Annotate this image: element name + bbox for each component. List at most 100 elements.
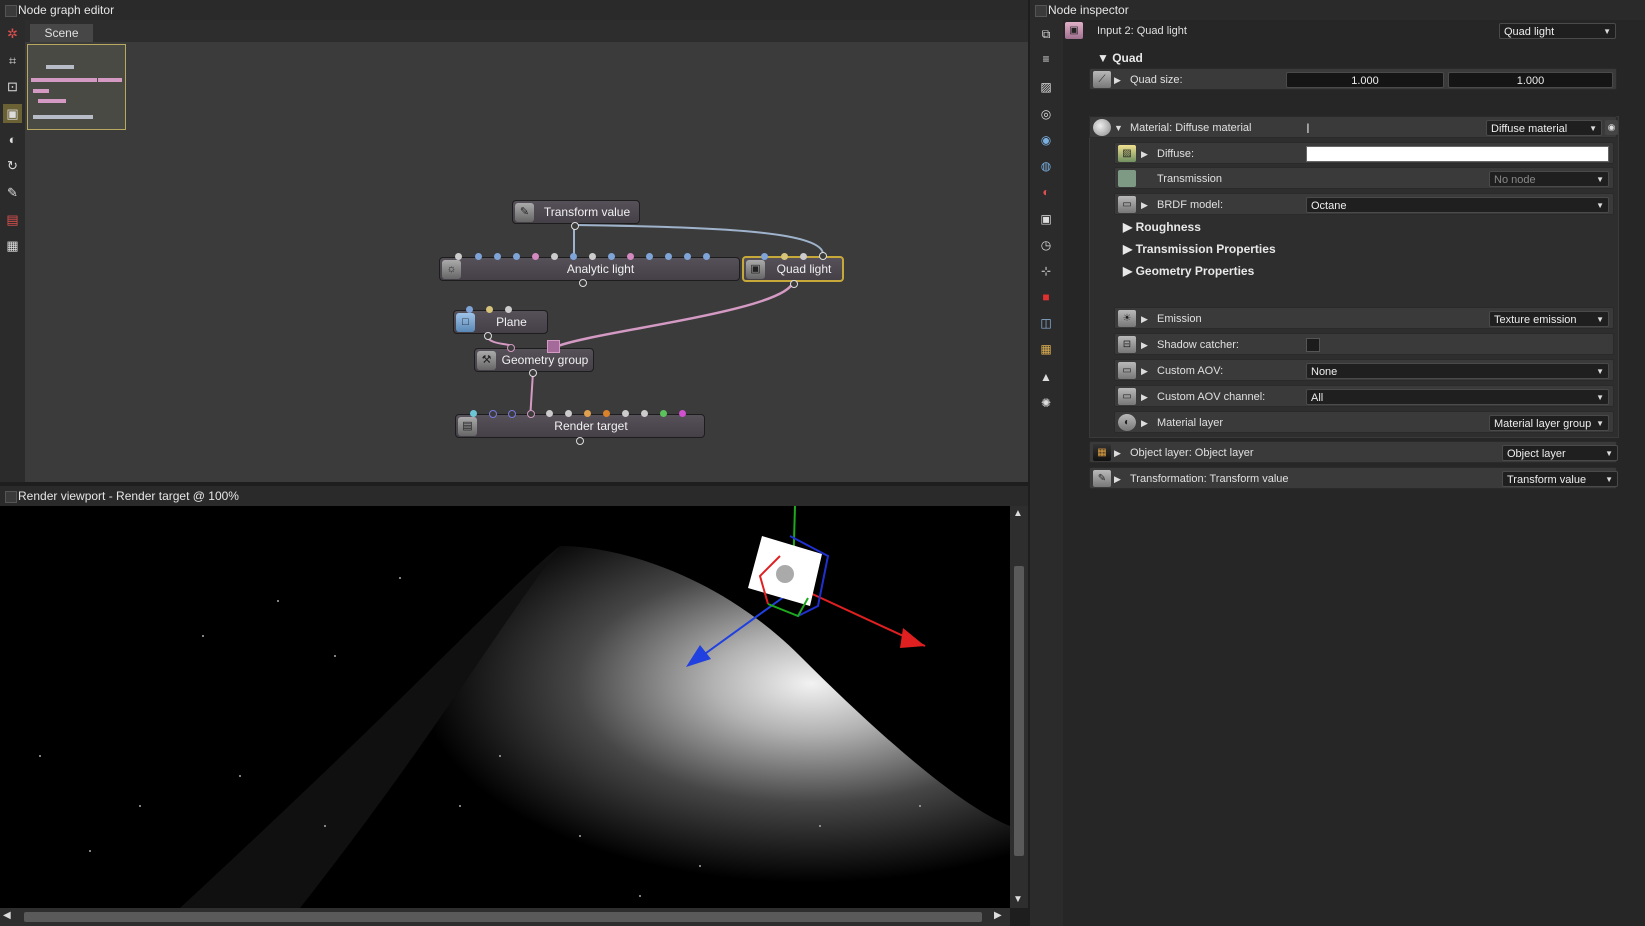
scroll-thumb[interactable]	[1014, 566, 1024, 856]
input-pin[interactable]	[565, 410, 572, 417]
camera-icon[interactable]: ◎	[1037, 105, 1055, 123]
output-pin[interactable]	[790, 280, 798, 288]
animation-icon[interactable]: ◷	[1037, 236, 1055, 254]
texture-icon[interactable]: ▦	[1037, 340, 1055, 358]
picture-icon[interactable]: ▲	[1037, 368, 1055, 386]
input-pin[interactable]	[527, 410, 535, 418]
output-pin[interactable]	[576, 437, 584, 445]
quad-section-header[interactable]: ▼ Quad	[1097, 51, 1143, 65]
world-icon[interactable]: ◍	[1037, 157, 1055, 175]
input-pin[interactable]	[455, 253, 462, 260]
transmission-properties-section-header[interactable]: ▶ Transmission Properties	[1123, 242, 1276, 256]
object-layer-dropdown[interactable]: Object layer ▼	[1502, 445, 1618, 461]
input-node-dropdown[interactable]: Quad light ▼	[1499, 23, 1616, 39]
input-pin[interactable]	[494, 253, 501, 260]
graph-canvas[interactable]: ✎ Transform value ☼ Analytic light ▣ Qua…	[25, 42, 1028, 482]
output-pin[interactable]	[571, 222, 579, 230]
scroll-thumb[interactable]	[24, 912, 982, 922]
expand-arrow-icon[interactable]: ▶	[1141, 412, 1148, 434]
input-pin[interactable]	[584, 410, 591, 417]
refresh-icon[interactable]: ↻	[3, 156, 22, 175]
transmission-dropdown[interactable]: No node ▼	[1489, 171, 1609, 187]
scroll-down-icon[interactable]: ▼	[1013, 894, 1023, 905]
input-pin[interactable]	[505, 306, 512, 313]
input-pin[interactable]	[641, 410, 648, 417]
input-pin[interactable]	[646, 253, 653, 260]
input-pin[interactable]	[703, 253, 710, 260]
input-pin[interactable]	[466, 306, 473, 313]
input-pin[interactable]	[508, 410, 516, 418]
paint-icon[interactable]: ✎	[3, 183, 22, 202]
input-pin[interactable]	[679, 410, 686, 417]
expand-arrow-icon[interactable]: ▶	[1114, 442, 1121, 464]
node-quad-light[interactable]: ▣ Quad light	[742, 256, 844, 282]
node-plane[interactable]: □ Plane	[453, 310, 548, 334]
input-pin[interactable]	[761, 253, 768, 260]
input-pin[interactable]	[475, 253, 482, 260]
input-pin[interactable]	[622, 410, 629, 417]
roughness-section-header[interactable]: ▶ Roughness	[1123, 220, 1201, 234]
image-icon[interactable]: ▨	[1037, 78, 1055, 96]
input-pin[interactable]	[513, 253, 520, 260]
custom-aov-channel-dropdown[interactable]: All ▼	[1306, 389, 1609, 405]
expand-arrow-icon[interactable]: ▶	[1141, 386, 1148, 408]
input-pin-transform[interactable]	[819, 252, 827, 260]
node-transform-value[interactable]: ✎ Transform value	[512, 200, 640, 224]
layout-icon[interactable]: ⌗	[3, 51, 22, 70]
output-pin[interactable]	[579, 279, 587, 287]
eye-icon[interactable]: ◉	[1605, 120, 1618, 135]
expand-arrow-icon[interactable]: ▶	[1141, 308, 1148, 330]
material-icon[interactable]: ◐	[1037, 183, 1055, 201]
expand-arrow-icon[interactable]: ▶	[1141, 194, 1148, 216]
expand-arrow-icon[interactable]: ▶	[1141, 143, 1148, 165]
input-pin[interactable]	[546, 410, 553, 417]
show-preview-icon[interactable]: ▣	[3, 104, 22, 123]
brdf-dropdown[interactable]: Octane ▼	[1306, 197, 1609, 213]
input-pin[interactable]	[551, 253, 558, 260]
expand-arrow-icon[interactable]: ▶	[1141, 334, 1148, 356]
input-pin[interactable]	[660, 410, 667, 417]
collapse-arrow-icon[interactable]: ▼	[1114, 117, 1123, 139]
shadow-catcher-checkbox[interactable]	[1306, 338, 1320, 352]
expand-arrow-icon[interactable]: ▶	[1114, 468, 1121, 490]
input-pin[interactable]	[603, 410, 610, 417]
geometry-properties-section-header[interactable]: ▶ Geometry Properties	[1123, 264, 1254, 278]
panel-menu-icon[interactable]	[5, 5, 17, 17]
graph-minimap[interactable]	[27, 44, 126, 130]
transformation-dropdown[interactable]: Transform value ▼	[1502, 471, 1618, 487]
output-pin[interactable]	[529, 369, 537, 377]
grid-icon[interactable]: ▦	[3, 236, 22, 255]
geometry-icon[interactable]: ■	[1037, 288, 1055, 306]
input-pin[interactable]	[589, 253, 596, 260]
panel-menu-icon[interactable]	[5, 491, 17, 503]
graph-icon[interactable]: ▤	[3, 210, 22, 229]
input-pin[interactable]	[489, 410, 497, 418]
render-viewport[interactable]	[0, 506, 1010, 908]
film-icon[interactable]: ▣	[1037, 210, 1055, 228]
material-dropdown[interactable]: Diffuse material ▼	[1486, 120, 1602, 136]
input-pin[interactable]	[470, 410, 477, 417]
input-pin[interactable]	[684, 253, 691, 260]
input-pin[interactable]	[570, 253, 577, 260]
input-pin[interactable]	[800, 253, 807, 260]
input-pin[interactable]	[532, 253, 539, 260]
panel-menu-icon[interactable]	[1035, 5, 1047, 17]
scroll-right-icon[interactable]: ▶	[994, 910, 1002, 921]
fit-icon[interactable]: ⊡	[3, 77, 22, 96]
emission-dropdown[interactable]: Texture emission ▼	[1489, 311, 1609, 327]
expand-icon[interactable]: ⧉	[1037, 25, 1055, 43]
input-pin[interactable]	[627, 253, 634, 260]
viewport-vertical-scrollbar[interactable]: ▲ ▼	[1010, 506, 1028, 908]
input-pin-add[interactable]	[547, 340, 560, 353]
expand-arrow-icon[interactable]: ▶	[1141, 360, 1148, 382]
tab-scene[interactable]: Scene	[30, 24, 93, 42]
custom-aov-dropdown[interactable]: None ▼	[1306, 363, 1609, 379]
input-pin[interactable]	[781, 253, 788, 260]
input-pin[interactable]	[608, 253, 615, 260]
output-pin[interactable]	[484, 332, 492, 340]
light-icon[interactable]: ✺	[1037, 394, 1055, 412]
quad-size-y-field[interactable]: 1.000	[1448, 72, 1613, 88]
quad-size-x-field[interactable]: 1.000	[1286, 72, 1444, 88]
collapse-icon[interactable]: ≡	[1037, 50, 1055, 68]
material-layer-dropdown[interactable]: Material layer group ▼	[1489, 415, 1609, 431]
